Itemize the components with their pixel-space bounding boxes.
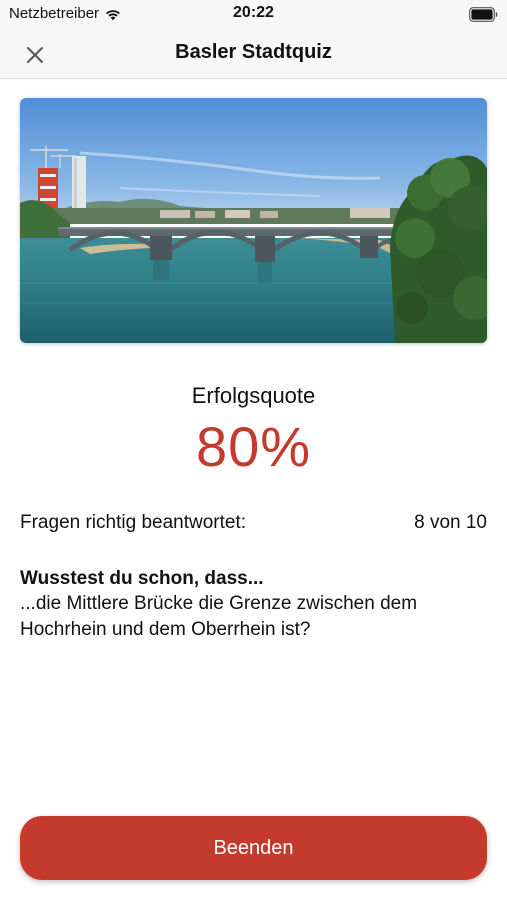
status-time: 20:22 <box>233 4 274 21</box>
correct-answers-row: Fragen richtig beantwortet: 8 von 10 <box>20 512 487 534</box>
correct-answers-value: 8 von 10 <box>414 512 487 533</box>
success-rate-value: 80% <box>195 415 312 478</box>
fun-fact: Wusstest du schon, dass... ...die Mittle… <box>20 566 487 643</box>
page-title: Basler Stadtquiz <box>175 41 332 63</box>
fun-fact-heading: Wusstest du schon, dass... <box>20 568 264 589</box>
correct-answers-label: Fragen richtig beantwortet: <box>20 512 247 533</box>
status-bar: Netzbetreiber 20:22 <box>0 0 507 30</box>
fun-fact-text: ...die Mittlere Brücke die Grenze zwisch… <box>20 593 418 640</box>
bridge-photo <box>20 98 487 343</box>
navigation-bar: Basler Stadtquiz <box>0 30 507 79</box>
success-rate-label: Erfolgsquote <box>191 383 316 408</box>
quiz-result-screen: Netzbetreiber 20:22 Basler Stadtquiz Erf… <box>0 0 507 900</box>
finish-button[interactable]: Beenden <box>20 816 487 880</box>
battery-icon <box>469 7 498 22</box>
